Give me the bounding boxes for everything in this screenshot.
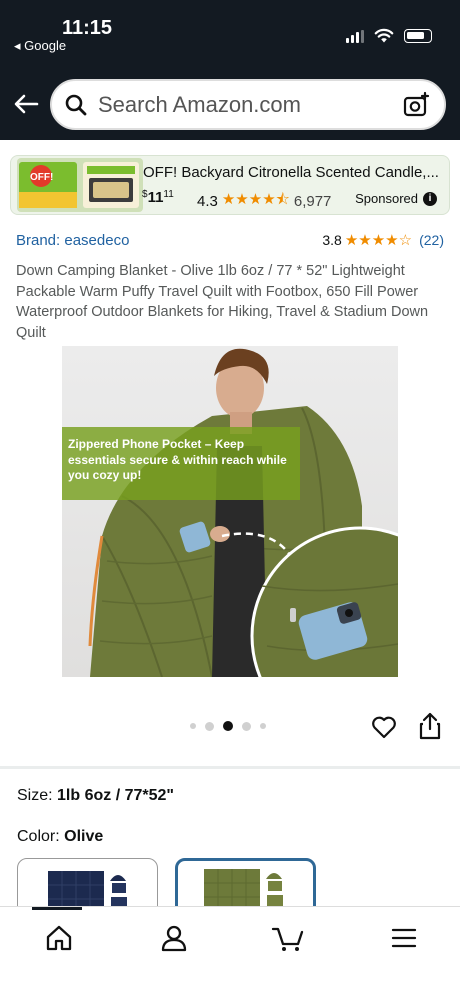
image-callout-text: Zippered Phone Pocket – Keep essentials … bbox=[68, 437, 287, 482]
review-count-link[interactable]: (22) bbox=[419, 232, 444, 248]
size-selection: Size: 1lb 6oz / 77*52" bbox=[17, 787, 174, 805]
cart-icon[interactable] bbox=[271, 923, 305, 953]
status-time: 11:15 bbox=[62, 17, 113, 39]
carousel-dot[interactable] bbox=[242, 721, 251, 731]
color-label: Color: bbox=[17, 828, 60, 845]
color-selection: Color: Olive bbox=[17, 828, 103, 846]
product-rating[interactable]: 3.8 ★★★★☆ (22) bbox=[322, 231, 444, 249]
search-icon bbox=[65, 94, 87, 115]
back-to-google-link[interactable]: ◂ Google bbox=[14, 38, 66, 54]
size-value: 1lb 6oz / 77*52" bbox=[57, 787, 175, 804]
product-image[interactable]: Zippered Phone Pocket – Keep essentials … bbox=[62, 346, 398, 677]
heart-icon[interactable] bbox=[371, 714, 397, 740]
carousel-dot[interactable] bbox=[205, 721, 214, 731]
carousel-dot[interactable] bbox=[260, 723, 266, 729]
sponsored-review-count: 6,977 bbox=[293, 193, 332, 210]
size-label: Size: bbox=[17, 787, 53, 804]
sponsored-ad-banner[interactable]: OFF! OFF! Backyard Citronella Scented Ca… bbox=[10, 155, 450, 215]
account-icon[interactable] bbox=[159, 923, 189, 953]
sponsored-rating-value: 4.3 bbox=[197, 193, 218, 210]
star-rating-icon: ★★★★☆ bbox=[344, 232, 413, 249]
image-carousel-dots[interactable] bbox=[190, 721, 266, 731]
active-tab-indicator bbox=[32, 907, 82, 910]
search-input[interactable] bbox=[98, 91, 402, 118]
svg-text:OFF!: OFF! bbox=[30, 172, 53, 183]
section-divider bbox=[0, 766, 460, 769]
sponsored-product-image[interactable]: OFF! bbox=[17, 158, 143, 212]
status-icons bbox=[346, 28, 432, 43]
share-icon[interactable] bbox=[418, 712, 442, 740]
carousel-dot-active[interactable] bbox=[223, 721, 233, 731]
product-title: Down Camping Blanket - Olive 1lb 6oz / 7… bbox=[16, 263, 429, 341]
camera-search-icon[interactable] bbox=[402, 91, 430, 119]
info-icon[interactable]: i bbox=[423, 191, 437, 206]
color-value: Olive bbox=[64, 828, 104, 845]
back-arrow-icon[interactable] bbox=[12, 90, 40, 118]
carousel-dot[interactable] bbox=[190, 723, 196, 729]
menu-icon[interactable] bbox=[389, 923, 419, 953]
product-photo-illustration bbox=[62, 346, 398, 677]
sponsored-rating: 4.3 ★★★★⯪ 6,977 bbox=[197, 189, 331, 214]
battery-icon bbox=[404, 29, 432, 43]
sponsored-star-rating-icon: ★★★★⯪ bbox=[221, 191, 290, 208]
sponsored-price: $1111 bbox=[142, 189, 174, 206]
sponsored-label[interactable]: Sponsored i bbox=[355, 191, 437, 206]
bottom-tab-bar bbox=[0, 906, 460, 1000]
brand-link[interactable]: Brand: easedeco bbox=[16, 232, 129, 249]
search-bar[interactable] bbox=[50, 79, 446, 130]
rating-value: 3.8 bbox=[322, 232, 342, 248]
app-header: 11:15 ◂ Google bbox=[0, 0, 460, 140]
image-callout: Zippered Phone Pocket – Keep essentials … bbox=[62, 427, 300, 500]
sponsored-title[interactable]: OFF! Backyard Citronella Scented Candle,… bbox=[143, 164, 439, 181]
wifi-icon bbox=[374, 28, 394, 43]
signal-icon bbox=[346, 30, 364, 43]
home-icon[interactable] bbox=[44, 923, 74, 953]
